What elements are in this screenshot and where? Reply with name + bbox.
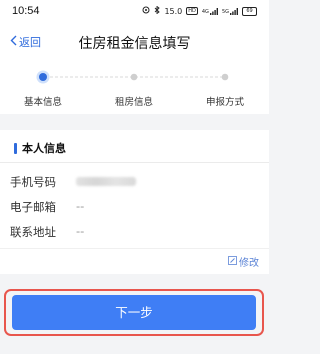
next-button-highlight: 下一步 — [4, 289, 264, 336]
speed-icon: 15.0 — [164, 6, 183, 16]
edit-label: 修改 — [239, 258, 259, 269]
personal-info-card: 本人信息 手机号码 电子邮箱 -- 联系地址 -- 修改 — [0, 130, 269, 274]
edit-icon — [228, 255, 239, 268]
steps-track — [36, 70, 229, 84]
page-title: 住房租金信息填写 — [78, 36, 191, 52]
section-accent-bar — [14, 142, 17, 154]
divider — [0, 162, 269, 163]
status-icons: 15.0 HD 4G 5G 69 — [142, 5, 257, 16]
edit-button[interactable]: 修改 — [228, 254, 259, 269]
phone-row: 手机号码 — [10, 174, 136, 190]
nav-bar: 返回 住房租金信息填写 — [0, 22, 269, 62]
address-value: -- — [76, 224, 85, 238]
next-step-button[interactable]: 下一步 — [12, 295, 256, 330]
signal-icon — [142, 6, 150, 16]
email-label: 电子邮箱 — [10, 200, 56, 214]
status-bar: 10:54 15.0 HD 4G 5G 69 — [0, 0, 269, 22]
step-label-rental: 租房信息 — [114, 97, 154, 108]
phone-label: 手机号码 — [10, 175, 56, 189]
section-title-text: 本人信息 — [22, 142, 66, 155]
status-time: 10:54 — [12, 5, 40, 17]
address-label: 联系地址 — [10, 225, 56, 239]
progress-steps: 基本信息 租房信息 申报方式 — [0, 62, 269, 114]
bottom-spacer — [0, 344, 269, 354]
step-dot — [130, 73, 138, 81]
step-label-declaration: 申报方式 — [205, 97, 245, 108]
5g-signal-icon: 5G — [222, 7, 238, 15]
phone-value-redacted — [76, 177, 136, 186]
email-row: 电子邮箱 -- — [10, 199, 84, 215]
divider — [0, 248, 269, 249]
bluetooth-icon — [154, 5, 161, 16]
email-value: -- — [76, 199, 85, 213]
battery-icon: 69 — [242, 6, 257, 16]
hd-icon: HD — [186, 7, 198, 15]
step-dot — [221, 73, 229, 81]
step-label-basic: 基本信息 — [23, 97, 63, 108]
4g-signal-icon: 4G — [202, 7, 218, 15]
section-title: 本人信息 — [14, 140, 66, 156]
address-row: 联系地址 -- — [10, 224, 84, 240]
